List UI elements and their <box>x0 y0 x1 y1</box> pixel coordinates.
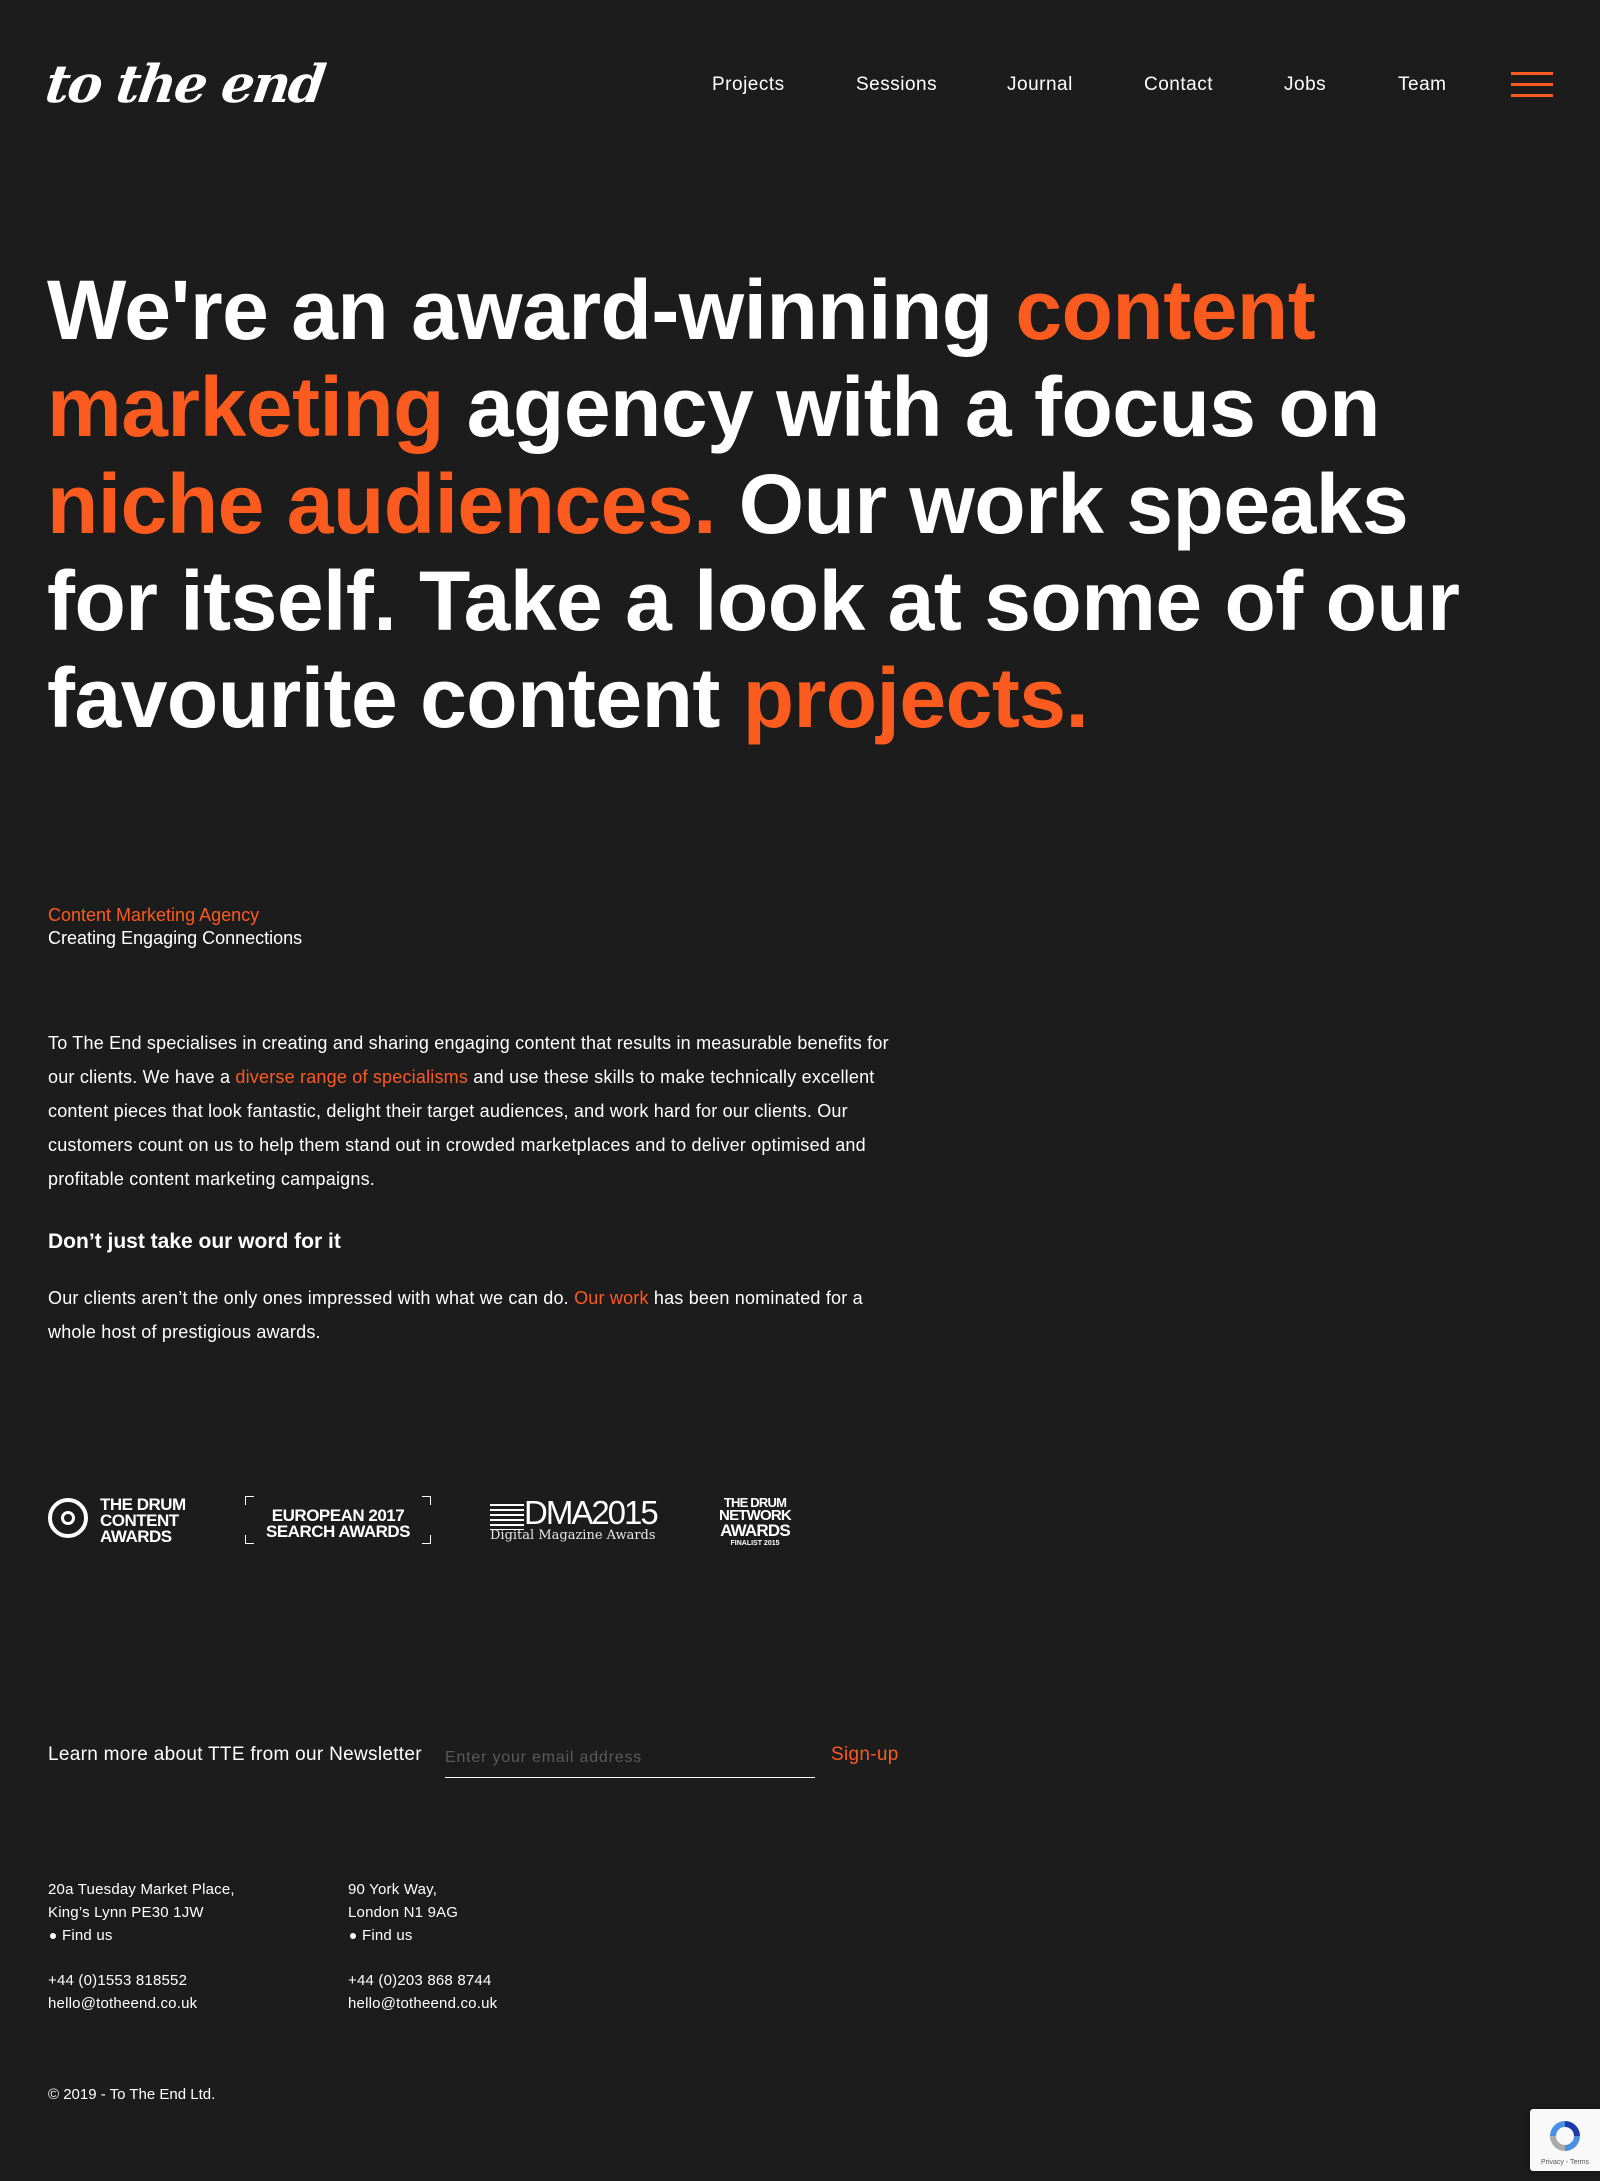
phone-number[interactable]: +44 (0)203 868 8744 <box>348 1969 497 1992</box>
award-line: AWARDS <box>100 1527 172 1546</box>
section-subtitle: Creating Engaging Connections <box>48 928 303 948</box>
hero-text: agency with a focus on <box>443 360 1381 454</box>
hero-highlight: niche audiences. <box>47 457 716 551</box>
award-drum-content: THE DRUM CONTENT AWARDS <box>48 1494 188 1550</box>
hero-projects-link[interactable]: projects. <box>743 651 1089 745</box>
phone-number[interactable]: +44 (0)1553 818552 <box>48 1969 235 1992</box>
copyright: © 2019 - To The End Ltd. <box>48 2086 216 2103</box>
find-us-label: Find us <box>62 1927 113 1944</box>
award-drum-network: THE DRUM NETWORK AWARDS FINALIST 2015 <box>716 1494 796 1550</box>
email-link[interactable]: hello@totheend.co.uk <box>348 1992 497 2015</box>
nav-jobs[interactable]: Jobs <box>1284 70 1326 100</box>
section-kicker: Content Marketing Agency <box>48 905 260 925</box>
email-link[interactable]: hello@totheend.co.uk <box>48 1992 235 2015</box>
awards-paragraph: Our clients aren’t the only ones impress… <box>48 1281 908 1349</box>
nav-team[interactable]: Team <box>1398 70 1446 100</box>
newsletter-email-input[interactable] <box>445 1738 815 1778</box>
address-line: London N1 9AG <box>348 1904 459 1921</box>
nav-sessions[interactable]: Sessions <box>856 70 937 100</box>
nav-journal[interactable]: Journal <box>1007 70 1073 100</box>
newsletter-label: Learn more about TTE from our Newsletter <box>48 1744 422 1765</box>
newsletter-signup-button[interactable]: Sign-up <box>831 1740 899 1770</box>
site-logo[interactable]: to the end <box>41 50 328 120</box>
office-london: 90 York Way, London N1 9AG Find us +44 (… <box>348 1878 497 2015</box>
award-dma: DMA2015 Digital Magazine Awards <box>490 1494 660 1550</box>
nav-contact[interactable]: Contact <box>1144 70 1213 100</box>
award-line: DMA2015 <box>524 1494 659 1531</box>
location-dot-icon <box>350 1933 356 1939</box>
hero-text: We're an award-winning <box>47 263 1016 357</box>
find-us-link[interactable]: Find us <box>348 1924 497 1947</box>
recaptcha-icon <box>1550 2121 1580 2151</box>
paragraph-text: Our clients aren’t the only ones impress… <box>48 1288 575 1308</box>
find-us-label: Find us <box>362 1927 413 1944</box>
recaptcha-links[interactable]: Privacy - Terms <box>1530 2159 1600 2166</box>
intro-paragraph: To The End specialises in creating and s… <box>48 1026 908 1196</box>
dma-lines-icon <box>490 1504 524 1530</box>
award-line: SEARCH AWARDS <box>266 1522 411 1541</box>
award-line: Digital Magazine Awards <box>490 1528 656 1543</box>
recaptcha-badge[interactable]: Privacy - Terms <box>1530 2109 1600 2171</box>
our-work-link[interactable]: Our work <box>574 1288 649 1308</box>
award-line: FINALIST 2015 <box>730 1540 780 1547</box>
address-line: 20a Tuesday Market Place, <box>48 1881 235 1898</box>
specialisms-link[interactable]: diverse range of specialisms <box>235 1067 468 1087</box>
address-line: King’s Lynn PE30 1JW <box>48 1904 204 1921</box>
location-dot-icon <box>50 1933 56 1939</box>
drum-ring-icon <box>48 1498 88 1538</box>
hamburger-menu-icon[interactable] <box>1511 72 1553 98</box>
awards-heading: Don’t just take our word for it <box>48 1230 341 1253</box>
hero-heading: We're an award-winning content marketing… <box>47 262 1527 747</box>
nav-projects[interactable]: Projects <box>712 70 785 100</box>
award-line: AWARDS <box>720 1521 791 1540</box>
find-us-link[interactable]: Find us <box>48 1924 235 1947</box>
office-kings-lynn: 20a Tuesday Market Place, King’s Lynn PE… <box>48 1878 235 2015</box>
address-line: 90 York Way, <box>348 1881 438 1898</box>
award-european-search: EUROPEAN 2017 SEARCH AWARDS <box>245 1494 431 1550</box>
